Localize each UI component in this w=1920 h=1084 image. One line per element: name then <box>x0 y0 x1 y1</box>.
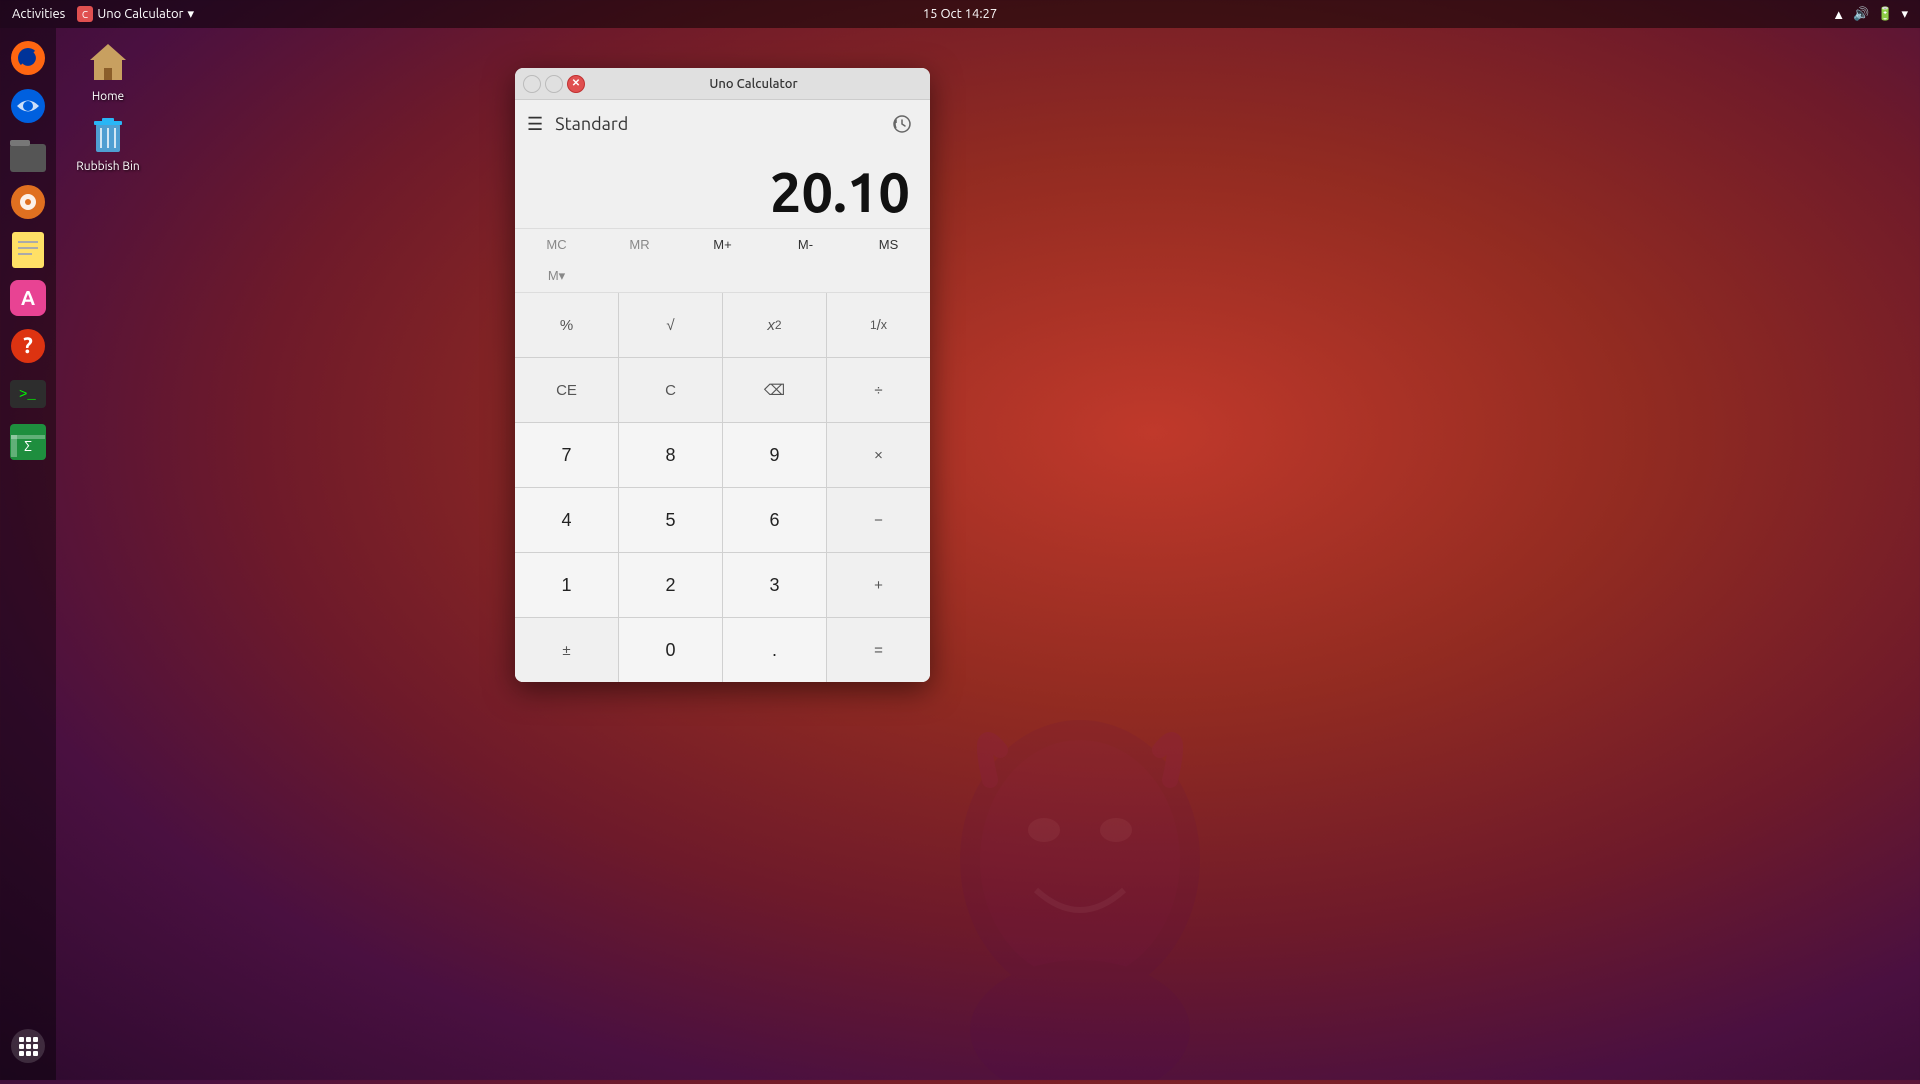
dock: A ? >_ Σ <box>0 28 56 1080</box>
dock-icon-terminal[interactable]: >_ <box>6 372 50 416</box>
dock-icon-rhythmbox[interactable] <box>6 180 50 224</box>
activities-label[interactable]: Activities <box>12 7 65 21</box>
history-button[interactable] <box>886 108 918 140</box>
subtract-button[interactable]: − <box>827 488 930 552</box>
clear-button[interactable]: C <box>619 358 722 422</box>
calculator-window: — □ ✕ Uno Calculator ☰ Standard 20.10 <box>515 68 930 682</box>
help-icon: ? <box>9 327 47 365</box>
firefox-icon <box>9 39 47 77</box>
notes-icon <box>9 231 47 269</box>
rhythmbox-icon <box>9 183 47 221</box>
ce-button[interactable]: CE <box>515 358 618 422</box>
dock-icon-grid[interactable] <box>6 1024 50 1068</box>
history-icon <box>892 114 912 134</box>
nine-button[interactable]: 9 <box>723 423 826 487</box>
mascot-watermark <box>880 680 1280 1080</box>
dock-icon-thunderbird[interactable] <box>6 84 50 128</box>
network-icon: ▲ <box>1832 7 1845 22</box>
thunderbird-icon <box>9 87 47 125</box>
dock-icon-appstore[interactable]: A <box>6 276 50 320</box>
desktop-icon-home[interactable]: Home <box>68 38 148 103</box>
equals-button[interactable]: = <box>827 618 930 682</box>
backspace-button[interactable]: ⌫ <box>723 358 826 422</box>
svg-text:A: A <box>21 286 35 309</box>
sqrt-button[interactable]: √ <box>619 293 722 357</box>
memory-add-button[interactable]: M+ <box>681 229 764 260</box>
two-button[interactable]: 2 <box>619 553 722 617</box>
seven-button[interactable]: 7 <box>515 423 618 487</box>
spreadsheet-icon: Σ <box>9 423 47 461</box>
five-button[interactable]: 5 <box>619 488 722 552</box>
divide-button[interactable]: ÷ <box>827 358 930 422</box>
dock-icon-firefox[interactable] <box>6 36 50 80</box>
zero-button[interactable]: 0 <box>619 618 722 682</box>
one-button[interactable]: 1 <box>515 553 618 617</box>
multiply-button[interactable]: × <box>827 423 930 487</box>
svg-text:Σ: Σ <box>24 438 32 454</box>
terminal-icon: >_ <box>9 375 47 413</box>
topbar-left: Activities C Uno Calculator ▾ <box>12 6 194 22</box>
system-menu-icon[interactable]: ▾ <box>1901 7 1908 22</box>
calc-header: ☰ Standard <box>515 100 930 148</box>
maximize-button[interactable]: □ <box>545 75 563 93</box>
memory-clear-button[interactable]: MC <box>515 229 598 260</box>
app-icon: C <box>77 6 93 22</box>
plus-minus-button[interactable]: ± <box>515 618 618 682</box>
add-button[interactable]: + <box>827 553 930 617</box>
calc-mode-label: Standard <box>555 114 628 134</box>
home-label: Home <box>92 90 124 103</box>
inverse-button[interactable]: 1/x <box>827 293 930 357</box>
percent-button[interactable]: % <box>515 293 618 357</box>
topbar-datetime: 15 Oct 14:27 <box>923 7 997 21</box>
appstore-icon: A <box>9 279 47 317</box>
memory-recall-button[interactable]: MR <box>598 229 681 260</box>
app-name-label: Uno Calculator <box>97 7 183 21</box>
home-icon <box>84 38 132 86</box>
desktop-icon-rubbish-bin[interactable]: Rubbish Bin <box>68 108 148 173</box>
svg-text:?: ? <box>23 333 33 358</box>
memory-row: MC MR M+ M- MS M▾ <box>515 228 930 293</box>
three-button[interactable]: 3 <box>723 553 826 617</box>
battery-icon: 🔋 <box>1877 7 1893 22</box>
four-button[interactable]: 4 <box>515 488 618 552</box>
six-button[interactable]: 6 <box>723 488 826 552</box>
memory-list-button[interactable]: M▾ <box>515 260 598 292</box>
app-indicator[interactable]: C Uno Calculator ▾ <box>77 6 194 22</box>
files-icon <box>9 135 47 173</box>
display-value: 20.10 <box>770 164 910 220</box>
close-button[interactable]: ✕ <box>567 75 585 93</box>
svg-text:>_: >_ <box>19 387 36 403</box>
grid-icon <box>9 1027 47 1065</box>
topbar-right: ▲ 🔊 🔋 ▾ <box>1832 7 1908 22</box>
titlebar-controls: — □ ✕ <box>523 75 585 93</box>
calc-buttons-grid: % √ x2 1/x CE C ⌫ ÷ 7 8 9 × 4 5 6 − 1 2 … <box>515 293 930 682</box>
memory-subtract-button[interactable]: M- <box>764 229 847 260</box>
hamburger-menu-icon[interactable]: ☰ <box>527 114 543 135</box>
app-dropdown-icon: ▾ <box>187 7 194 22</box>
eight-button[interactable]: 8 <box>619 423 722 487</box>
rubbish-bin-label: Rubbish Bin <box>76 160 139 173</box>
svg-text:C: C <box>82 9 88 20</box>
square-button[interactable]: x2 <box>723 293 826 357</box>
calc-display: 20.10 <box>515 148 930 228</box>
rubbish-bin-icon <box>84 108 132 156</box>
dock-icon-notes[interactable] <box>6 228 50 272</box>
calc-body: ☰ Standard 20.10 MC MR M+ M- MS M▾ <box>515 100 930 682</box>
calc-titlebar: — □ ✕ Uno Calculator <box>515 68 930 100</box>
dock-icon-spreadsheet[interactable]: Σ <box>6 420 50 464</box>
memory-store-button[interactable]: MS <box>847 229 930 260</box>
volume-icon: 🔊 <box>1853 7 1869 22</box>
window-title: Uno Calculator <box>585 77 922 91</box>
minimize-button[interactable]: — <box>523 75 541 93</box>
dock-icon-help[interactable]: ? <box>6 324 50 368</box>
dock-icon-files[interactable] <box>6 132 50 176</box>
topbar: Activities C Uno Calculator ▾ 15 Oct 14:… <box>0 0 1920 28</box>
decimal-button[interactable]: . <box>723 618 826 682</box>
